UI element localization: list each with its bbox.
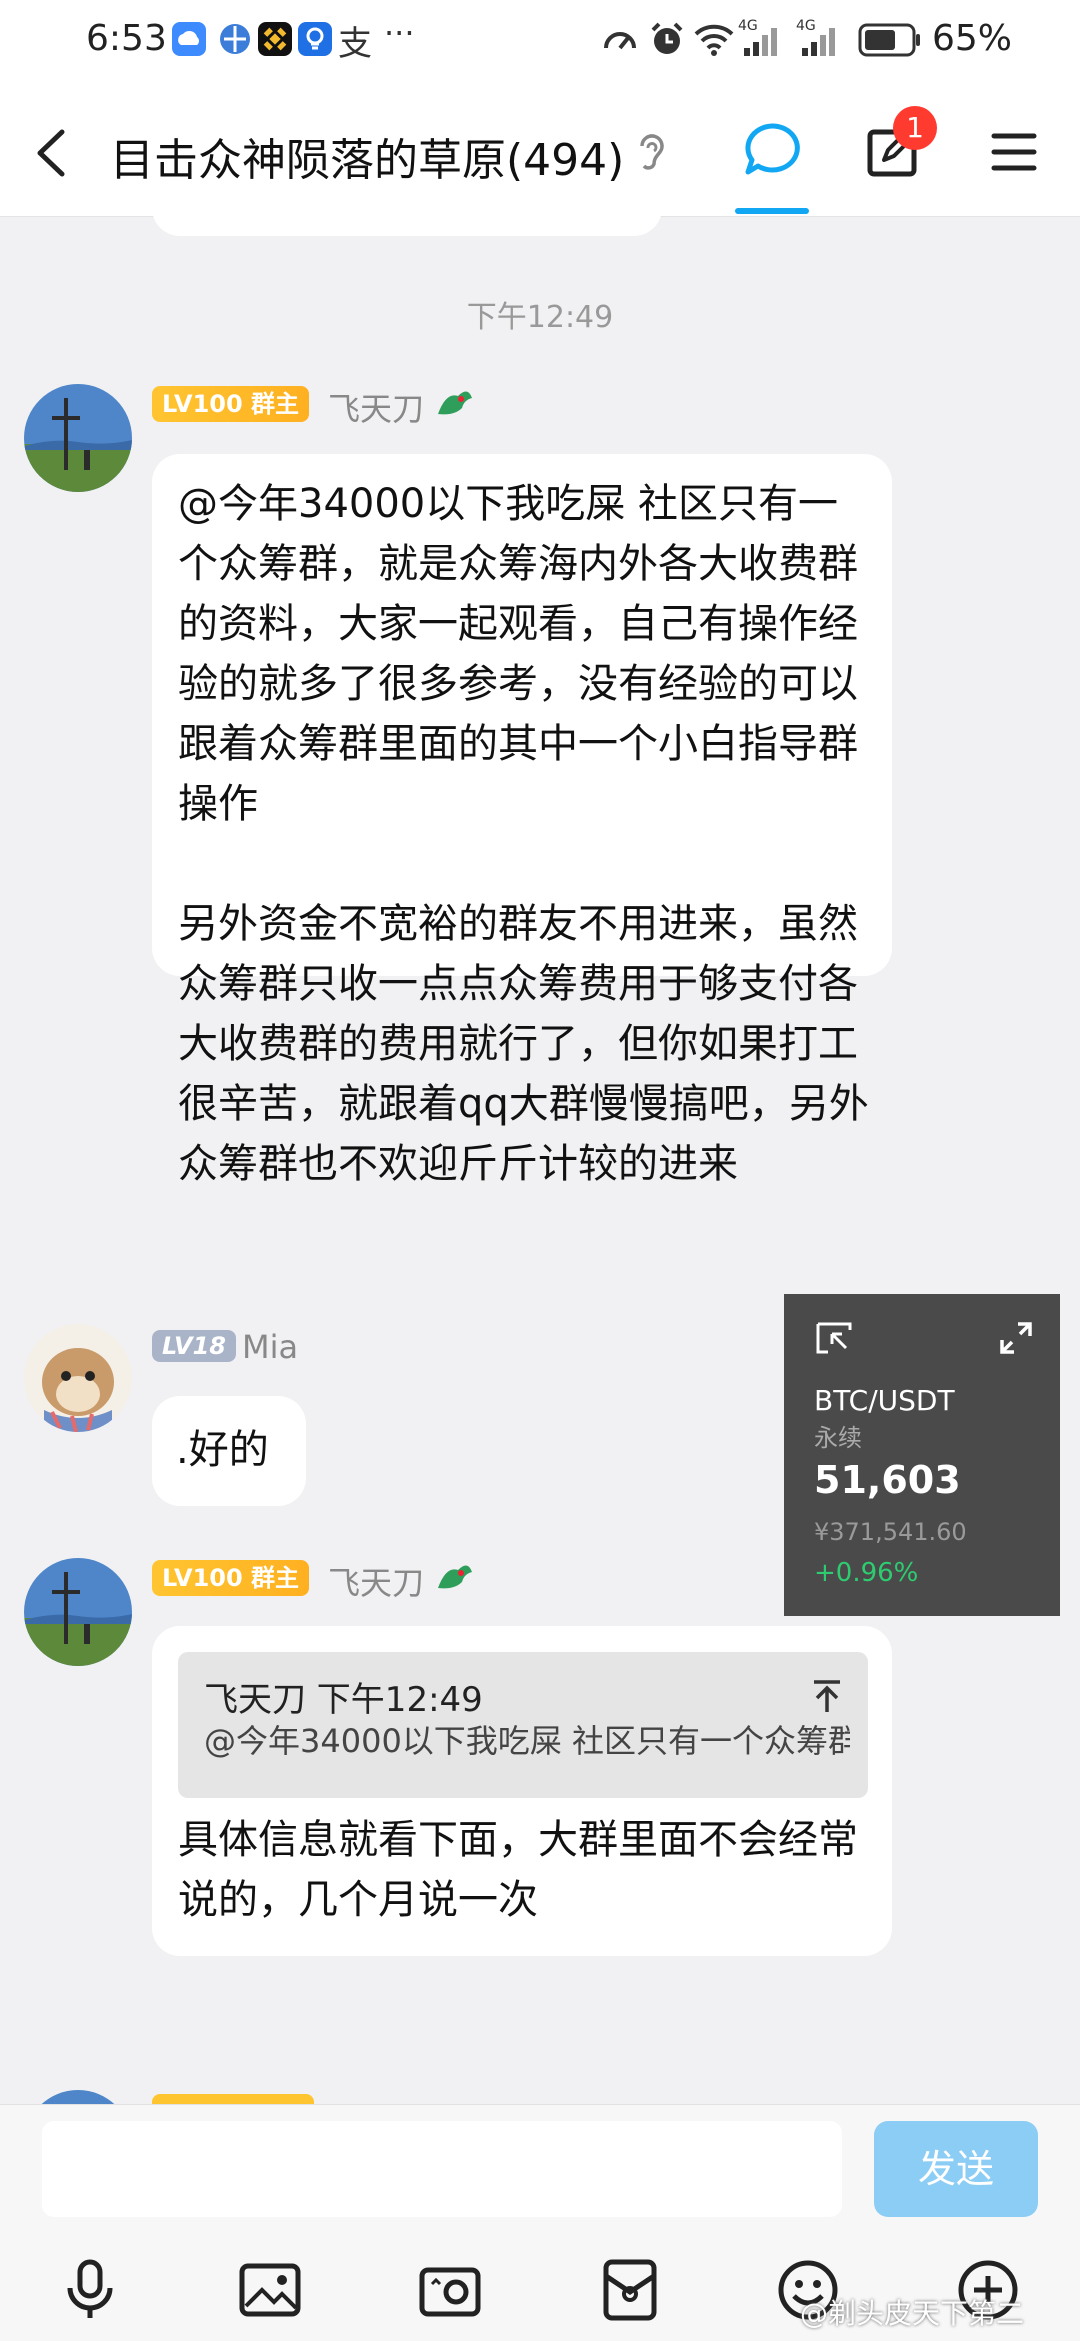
mic-icon[interactable] bbox=[58, 2258, 122, 2322]
message-input[interactable] bbox=[42, 2121, 842, 2217]
menu-icon[interactable] bbox=[990, 130, 1038, 174]
quote-author: 飞天刀 下午12:49 bbox=[204, 1680, 483, 1720]
message-text: @今年34000以下我吃屎 社区只有一个众筹群，就是众筹海内外各大收费群的资料，… bbox=[178, 481, 869, 1187]
notification-badge: 1 bbox=[893, 106, 937, 150]
expand-icon[interactable] bbox=[998, 1320, 1034, 1356]
alipay-icon: 支 bbox=[338, 24, 372, 64]
signal-icon-2 bbox=[802, 28, 835, 56]
ticker-price: 51,603 bbox=[814, 1458, 961, 1502]
previous-message-bubble bbox=[152, 216, 662, 236]
dragon-icon bbox=[438, 1565, 472, 1589]
message-bubble[interactable]: 飞天刀 下午12:49 @今年34000以下我吃屎 社区只有一个众筹群，就是众筹… bbox=[152, 1626, 892, 1956]
avatar[interactable] bbox=[24, 384, 132, 492]
crypto-ticker-widget[interactable]: BTC/USDT 永续 51,603 ¥371,541.60 +0.96% bbox=[784, 1294, 1060, 1616]
message-bubble[interactable]: .好的 bbox=[152, 1396, 306, 1506]
wifi-icon bbox=[694, 24, 734, 56]
ticker-pair: BTC/USDT bbox=[814, 1384, 955, 1417]
quoted-message[interactable]: 飞天刀 下午12:49 @今年34000以下我吃屎 社区只有一个众筹群，就是众筹… bbox=[178, 1652, 868, 1798]
jump-to-icon[interactable] bbox=[810, 1678, 844, 1714]
back-icon[interactable] bbox=[30, 128, 70, 178]
nav-bar: 目击众神陨落的草原(494) 1 bbox=[0, 88, 1080, 217]
battery-icon bbox=[858, 23, 920, 57]
level-badge: LV18 bbox=[152, 1330, 236, 1362]
ticker-type: 永续 bbox=[814, 1424, 862, 1452]
image-icon[interactable] bbox=[238, 2258, 302, 2322]
alarm-icon bbox=[651, 22, 683, 54]
send-button[interactable]: 发送 bbox=[874, 2121, 1038, 2217]
browser-icon bbox=[218, 22, 252, 56]
owner-badge: LV100 群主 bbox=[152, 1560, 310, 1596]
message-bubble[interactable]: @今年34000以下我吃屎 社区只有一个众筹群，就是众筹海内外各大收费群的资料，… bbox=[152, 454, 892, 1187]
sender-name[interactable]: Mia bbox=[242, 1328, 298, 1366]
dragon-icon bbox=[438, 391, 472, 415]
sender-name[interactable]: 飞天刀 bbox=[328, 384, 424, 430]
level-label: LV100 bbox=[162, 1564, 243, 1592]
signal-icon bbox=[744, 28, 777, 56]
message-text: 具体信息就看下面，大群里面不会经常说的，几个月说一次 bbox=[178, 1817, 858, 1923]
chat-area[interactable]: 下午12:49 LV100 群主 飞天刀 @今年34000以下我吃屎 社区只有一… bbox=[0, 216, 1080, 2104]
more-status-icons: ··· bbox=[384, 14, 415, 52]
role-label: 群主 bbox=[251, 1564, 300, 1592]
quote-text: @今年34000以下我吃屎 社区只有一个众筹群，就是众筹海内外各大收… bbox=[204, 1722, 850, 1760]
ticker-cny: ¥371,541.60 bbox=[814, 1518, 967, 1546]
ear-icon[interactable] bbox=[634, 128, 668, 176]
ticker-change: +0.96% bbox=[814, 1558, 919, 1588]
red-packet-icon[interactable] bbox=[598, 2258, 662, 2322]
owner-badge-partial bbox=[152, 2094, 314, 2104]
sender-name[interactable]: 飞天刀 bbox=[328, 1558, 424, 1604]
status-bar: 6:53 支 ··· 4G 4G 65% bbox=[0, 0, 1080, 88]
battery-percent: 65% bbox=[932, 18, 1013, 59]
watermark: @剃头皮天下第二 bbox=[800, 2297, 1025, 2330]
binance-icon bbox=[258, 22, 292, 56]
speed-icon bbox=[604, 32, 636, 50]
avatar[interactable] bbox=[24, 1324, 132, 1432]
page-title[interactable]: 目击众神陨落的草原(494) bbox=[110, 124, 624, 188]
cloud-icon bbox=[172, 22, 206, 56]
collapse-icon[interactable] bbox=[814, 1320, 854, 1356]
level-label: LV100 bbox=[162, 390, 243, 418]
message-text: .好的 bbox=[176, 1427, 269, 1473]
owner-badge: LV100 群主 bbox=[152, 386, 310, 422]
chat-icon[interactable] bbox=[742, 122, 802, 178]
camera-icon[interactable] bbox=[418, 2258, 482, 2322]
bulb-icon bbox=[298, 22, 332, 56]
avatar[interactable] bbox=[24, 2090, 132, 2104]
active-tab-indicator bbox=[735, 208, 809, 214]
role-label: 群主 bbox=[251, 390, 300, 418]
avatar[interactable] bbox=[24, 1558, 132, 1666]
status-time: 6:53 bbox=[86, 18, 167, 59]
chat-timestamp: 下午12:49 bbox=[466, 300, 614, 335]
